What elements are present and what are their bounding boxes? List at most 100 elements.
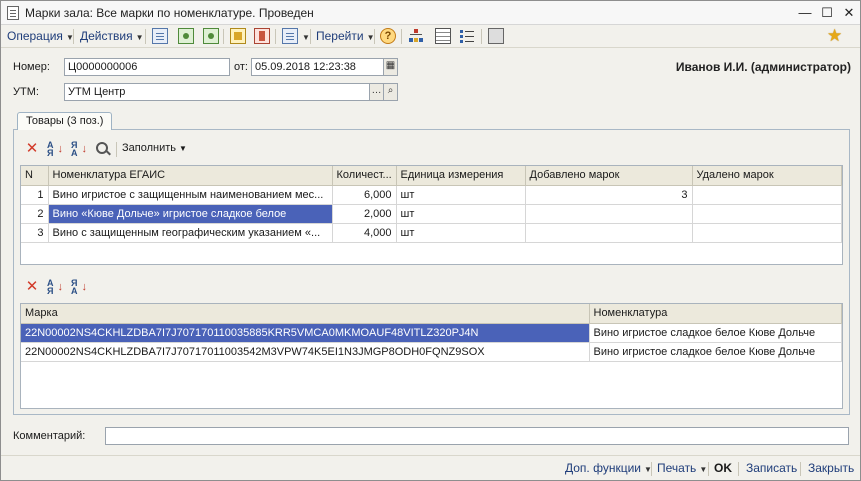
bottom-separator — [708, 462, 709, 476]
sort-ascending-icon[interactable]: А Я ↓ — [47, 279, 63, 296]
delete-mark-icon[interactable]: ✕ — [25, 279, 39, 294]
print-icon[interactable] — [488, 28, 504, 44]
main-toolbar: Операция ▼ Действия ▼ ▼ Перейти ▼ ? ★ — [1, 25, 860, 48]
calendar-icon[interactable]: ▦ — [383, 59, 397, 75]
sort-ascending-icon[interactable]: А Я ↓ — [47, 141, 63, 158]
search-icon[interactable]: ⌕ — [383, 84, 397, 100]
row-marks-removed[interactable] — [692, 204, 842, 224]
select-ellipsis-icon[interactable]: … — [369, 84, 383, 100]
row-quantity[interactable]: 4,000 — [332, 223, 397, 243]
post-document-icon[interactable] — [152, 28, 168, 44]
row-quantity[interactable]: 6,000 — [332, 185, 397, 205]
goto-menu[interactable]: Перейти ▼ — [316, 28, 374, 45]
based-on-caret[interactable]: ▼ — [299, 28, 310, 45]
row-unit[interactable]: шт — [396, 204, 526, 224]
close-window-button[interactable]: ✕ — [839, 4, 859, 22]
row-marks-added[interactable] — [525, 223, 693, 243]
row-unit[interactable]: шт — [396, 223, 526, 243]
table-row[interactable]: 1 Вино игристое с защищенным наименовани… — [21, 185, 842, 205]
toolbar-separator — [275, 29, 276, 44]
copy-document-icon[interactable] — [203, 28, 219, 44]
toolbar-separator — [116, 142, 117, 157]
tab-goods[interactable]: Товары (3 поз.) — [17, 112, 113, 130]
based-on-icon[interactable] — [282, 28, 298, 44]
actions-menu[interactable]: Действия ▼ — [80, 28, 144, 45]
row-number: 3 — [21, 223, 49, 243]
utm-label: УТМ: — [13, 86, 39, 98]
number-label: Номер: — [13, 61, 50, 73]
row-number: 2 — [21, 204, 49, 224]
hierarchy-icon[interactable] — [408, 28, 424, 44]
col-nomenclature-egais[interactable]: Номенклатура ЕГАИС — [48, 166, 333, 186]
date-input[interactable]: 05.09.2018 12:23:38 ▦ — [251, 58, 398, 76]
maximize-button[interactable]: ☐ — [817, 4, 837, 22]
toolbar-separator — [145, 29, 146, 44]
title-bar: Марки зала: Все марки по номенклатуре. П… — [1, 1, 860, 25]
row-unit[interactable]: шт — [396, 185, 526, 205]
col-nomenclature[interactable]: Номенклатура — [589, 304, 842, 324]
row-nomenclature[interactable]: Вино с защищенным географическим указани… — [48, 223, 333, 243]
toolbar-separator — [374, 29, 375, 44]
document-icon — [7, 6, 19, 20]
operation-menu[interactable]: Операция ▼ — [7, 28, 74, 45]
ok-button[interactable]: OK — [714, 461, 732, 475]
bottom-separator — [738, 462, 739, 476]
delete-row-icon[interactable]: ✕ — [25, 141, 39, 156]
row-marks-removed[interactable] — [692, 185, 842, 205]
col-quantity[interactable]: Количест... — [332, 166, 397, 186]
sort-descending-icon[interactable]: Я А ↓ — [71, 141, 87, 158]
table-view-icon[interactable] — [435, 28, 451, 44]
date-label: от: — [234, 61, 248, 73]
toolbar-separator — [481, 29, 482, 44]
row-quantity[interactable]: 2,000 — [332, 204, 397, 224]
save-button[interactable]: Записать — [746, 461, 797, 475]
close-button[interactable]: Закрыть — [808, 461, 854, 475]
refresh-icon[interactable] — [178, 28, 194, 44]
list-settings-icon[interactable] — [459, 28, 475, 44]
col-unit[interactable]: Единица измерения — [396, 166, 526, 186]
number-input[interactable]: Ц0000000006 — [64, 58, 230, 76]
bottom-separator — [800, 462, 801, 476]
structure-icon[interactable] — [230, 28, 246, 44]
minimize-button[interactable]: — — [795, 4, 815, 22]
fill-menu[interactable]: Заполнить ▼ — [122, 142, 187, 154]
row-nomenclature[interactable]: Вино игристое сладкое белое Кюве Дольче — [589, 323, 842, 343]
help-icon[interactable]: ? — [380, 28, 396, 44]
star-icon[interactable]: ★ — [827, 27, 843, 44]
col-n[interactable]: N — [21, 166, 49, 186]
bottom-separator — [651, 462, 652, 476]
marks-table: Марка Номенклатура 22N00002NS4CKHLZDBA7I… — [20, 303, 843, 409]
row-marks-added[interactable] — [525, 204, 693, 224]
print-menu[interactable]: Печать ▼ — [657, 461, 707, 475]
movements-icon[interactable] — [254, 28, 270, 44]
row-mark[interactable]: 22N00002NS4CKHLZDBA7I7J707170110035885KR… — [21, 323, 590, 343]
table-row[interactable]: 3 Вино с защищенным географическим указа… — [21, 223, 842, 243]
toolbar-separator — [401, 29, 402, 44]
sort-descending-icon[interactable]: Я А ↓ — [71, 279, 87, 296]
row-mark[interactable]: 22N00002NS4CKHLZDBA7I7J70717011003542M3V… — [21, 342, 590, 362]
row-marks-added[interactable]: 3 — [525, 185, 693, 205]
additional-functions-menu[interactable]: Доп. функции ▼ — [565, 461, 652, 475]
row-nomenclature[interactable]: Вино игристое сладкое белое Кюве Дольче — [589, 342, 842, 362]
toolbar-separator — [223, 29, 224, 44]
table-row[interactable]: 22N00002NS4CKHLZDBA7I7J70717011003542M3V… — [21, 342, 842, 362]
col-marks-added[interactable]: Добавлено марок — [525, 166, 693, 186]
col-mark[interactable]: Марка — [21, 304, 590, 324]
dropdown-caret-icon: ▼ — [135, 33, 144, 42]
row-nomenclature[interactable]: Вино игристое с защищенным наименованием… — [48, 185, 333, 205]
utm-input[interactable]: УТМ Центр … ⌕ — [64, 83, 398, 101]
utm-value: УТМ Центр — [68, 86, 126, 98]
comment-input[interactable] — [105, 427, 849, 445]
dropdown-caret-icon: ▼ — [179, 144, 187, 153]
toolbar-separator — [73, 29, 74, 44]
row-nomenclature[interactable]: Вино «Кюве Дольче» игристое сладкое бело… — [48, 204, 333, 224]
table-row[interactable]: 2 Вино «Кюве Дольче» игристое сладкое бе… — [21, 204, 842, 224]
goods-table: N Номенклатура ЕГАИС Количест... Единица… — [20, 165, 843, 265]
tab-panel: ✕ А Я ↓ Я А ↓ Заполнить ▼ N Номенклатура ЕГАИ… — [13, 129, 850, 415]
comment-label: Комментарий: — [13, 430, 86, 442]
row-marks-removed[interactable] — [692, 223, 842, 243]
table-row[interactable]: 22N00002NS4CKHLZDBA7I7J707170110035885KR… — [21, 323, 842, 343]
window-title: Марки зала: Все марки по номенклатуре. П… — [25, 6, 314, 20]
col-marks-removed[interactable]: Удалено марок — [692, 166, 842, 186]
find-icon[interactable] — [96, 142, 108, 154]
